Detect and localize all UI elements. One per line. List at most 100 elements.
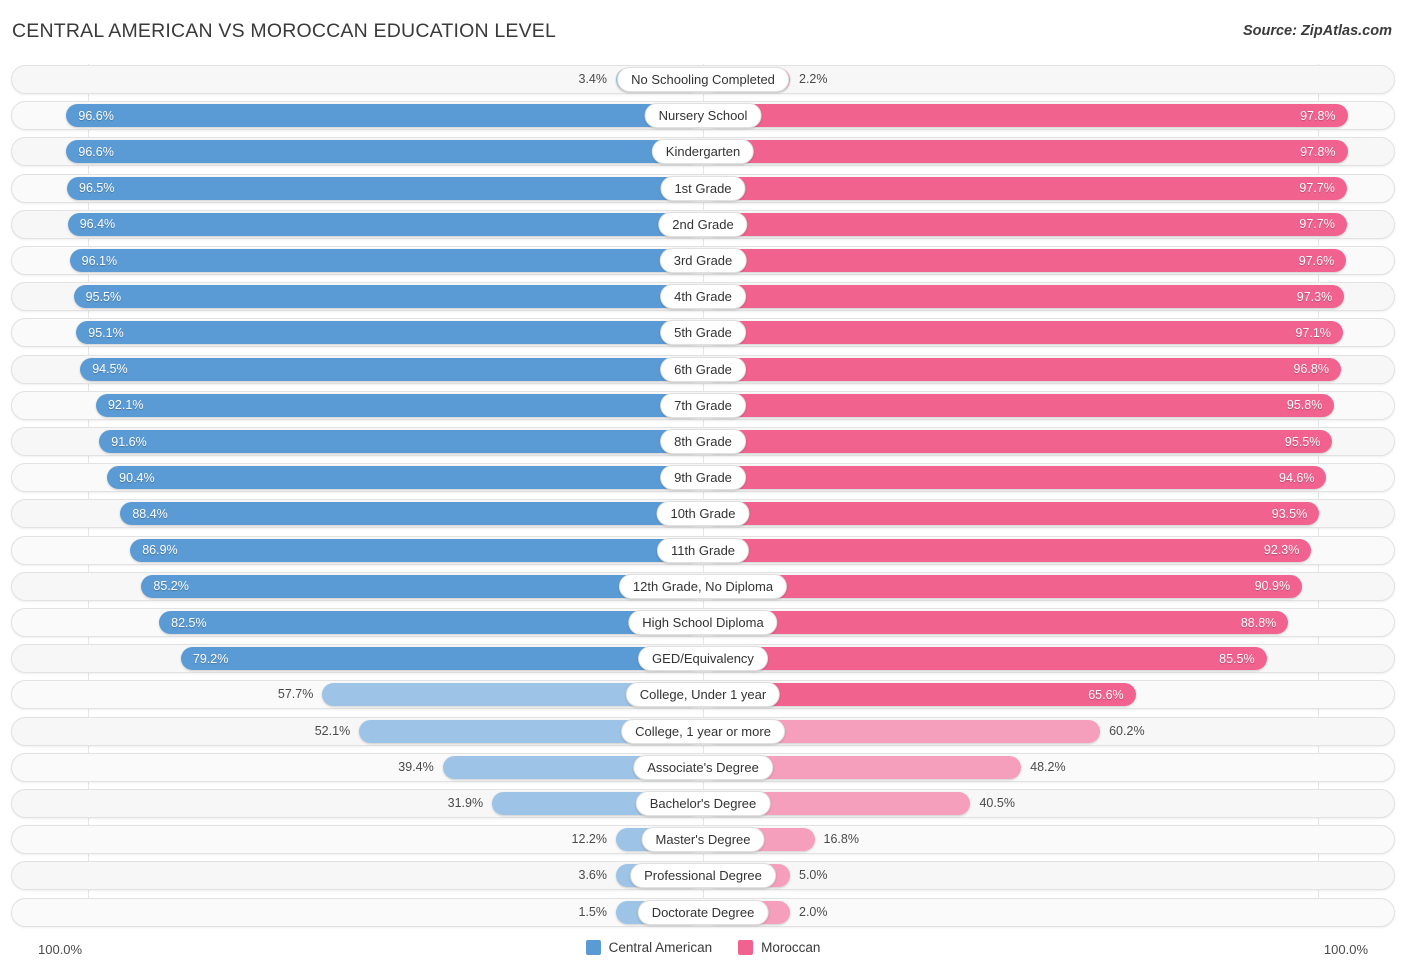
chart-legend: Central American Moroccan	[0, 940, 1406, 955]
bar-central-american: 92.1%	[95, 393, 702, 417]
category-label: Bachelor's Degree	[635, 791, 771, 816]
bar-value-central-american: 95.1%	[88, 325, 124, 340]
bar-value-central-american: 86.9%	[142, 543, 178, 558]
bar-value-moroccan: 97.6%	[1298, 253, 1335, 268]
bar-value-central-american: 94.5%	[92, 362, 128, 377]
chart-row: 65.6% 57.7% College, Under 1 year	[11, 680, 1395, 710]
bar-value-moroccan: 85.5%	[1219, 651, 1255, 666]
bar-value-central-american: 96.4%	[79, 217, 116, 232]
bar-value-central-american: 79.2%	[192, 651, 229, 666]
chart-row: 95.5% 97.3% 4th Grade	[11, 282, 1395, 312]
bar-central-american: 85.2%	[141, 574, 702, 598]
bar-value-moroccan: 92.3%	[1263, 543, 1300, 558]
bar-value-moroccan: 65.6%	[1088, 687, 1124, 702]
bar-moroccan: 97.7%	[704, 212, 1347, 236]
bar-central-american: 96.6%	[66, 104, 702, 128]
legend-label: Moroccan	[761, 940, 821, 955]
chart-row: 88.4% 93.5% 10th Grade	[11, 499, 1395, 529]
bar-central-american: 95.5%	[73, 285, 702, 309]
category-label: No Schooling Completed	[617, 67, 789, 92]
page-title: CENTRAL AMERICAN VS MOROCCAN EDUCATION L…	[12, 20, 557, 42]
legend-item[interactable]: Moroccan	[738, 940, 820, 955]
chart-row: 39.4% 48.2% Associate's Degree	[11, 752, 1395, 782]
bar-value-central-american: 96.5%	[79, 181, 115, 196]
bar-value-central-american: 3.6%	[578, 868, 608, 883]
bar-value-moroccan: 60.2%	[1109, 723, 1145, 738]
chart-row: 3.4% 2.2% No Schooling Completed	[11, 65, 1395, 94]
chart-page: CENTRAL AMERICAN VS MOROCCAN EDUCATION L…	[0, 0, 1406, 975]
chart-row: 12.2% 16.8% Master's Degree	[11, 825, 1395, 855]
bar-value-central-american: 96.1%	[81, 253, 118, 268]
bar-central-american: 96.5%	[67, 176, 702, 200]
chart-row: 1.5% 2.0% Doctorate Degree	[11, 897, 1395, 927]
bar-moroccan: 97.3%	[704, 285, 1345, 309]
category-label: 6th Grade	[660, 356, 746, 382]
chart-row: 96.6% 97.8% Nursery School	[11, 101, 1395, 131]
bar-value-central-american: 92.1%	[107, 398, 144, 413]
category-label: 2nd Grade	[658, 211, 748, 237]
bar-value-moroccan: 2.0%	[799, 904, 828, 919]
chart-row: 96.1% 97.6% 3rd Grade	[11, 246, 1395, 275]
bar-central-american: 82.5%	[159, 611, 702, 634]
bar-moroccan: 94.6%	[704, 466, 1327, 490]
category-label: 4th Grade	[660, 284, 746, 310]
bar-moroccan: 92.3%	[704, 538, 1312, 562]
bar-central-american: 94.5%	[80, 357, 702, 381]
bar-value-moroccan: 97.7%	[1299, 217, 1335, 232]
bar-value-central-american: 96.6%	[78, 144, 114, 159]
bar-value-moroccan: 95.5%	[1284, 434, 1321, 449]
bar-value-moroccan: 97.7%	[1299, 181, 1335, 196]
chart-row: 86.9% 92.3% 11th Grade	[11, 535, 1395, 565]
bar-central-american: 96.4%	[67, 212, 702, 236]
bar-value-central-american: 96.6%	[78, 108, 114, 123]
chart-row: 90.4% 94.6% 9th Grade	[11, 463, 1395, 493]
chart-row: 95.1% 97.1% 5th Grade	[11, 318, 1395, 348]
bar-central-american: 95.1%	[76, 321, 702, 345]
bar-moroccan: 90.9%	[704, 574, 1303, 598]
bar-value-central-american: 39.4%	[398, 759, 434, 774]
bar-value-moroccan: 48.2%	[1030, 759, 1066, 774]
bar-value-moroccan: 97.8%	[1300, 144, 1336, 159]
bar-value-central-american: 85.2%	[153, 579, 189, 594]
bar-value-moroccan: 16.8%	[823, 832, 859, 847]
chart-row: 94.5% 96.8% 6th Grade	[11, 354, 1395, 384]
chart-row: 85.2% 90.9% 12th Grade, No Diploma	[11, 571, 1395, 601]
category-label: High School Diploma	[628, 610, 778, 635]
category-label: 1st Grade	[660, 175, 746, 201]
bar-value-central-american: 57.7%	[277, 687, 314, 702]
bar-value-moroccan: 40.5%	[979, 796, 1015, 810]
bar-value-moroccan: 93.5%	[1271, 506, 1308, 521]
category-label: 9th Grade	[660, 465, 746, 491]
bar-value-moroccan: 2.2%	[799, 72, 828, 86]
bar-moroccan: 97.8%	[704, 104, 1348, 128]
bar-value-central-american: 52.1%	[314, 723, 351, 738]
legend-label: Central American	[608, 940, 713, 955]
category-label: College, 1 year or more	[621, 718, 785, 744]
bar-moroccan: 97.1%	[704, 321, 1343, 345]
chart-row: 96.5% 97.7% 1st Grade	[11, 173, 1395, 203]
bar-value-central-american: 1.5%	[578, 904, 608, 919]
category-label: Nursery School	[644, 103, 762, 129]
category-label: Professional Degree	[630, 863, 776, 889]
diverging-bar-chart: 3.4% 2.2% No Schooling Completed 96.6% 97.8%…	[0, 62, 1406, 937]
bar-central-american: 90.4%	[107, 466, 702, 490]
legend-swatch-icon	[585, 940, 601, 955]
chart-row: 96.6% 97.8% Kindergarten	[11, 137, 1395, 167]
legend-item[interactable]: Central American	[585, 940, 713, 955]
chart-row: 82.5% 88.8% High School Diploma	[11, 608, 1395, 637]
category-label: 8th Grade	[660, 429, 746, 454]
bar-value-central-american: 3.4%	[578, 72, 608, 86]
chart-footer: 100.0% 100.0% Central American Moroccan	[0, 936, 1406, 975]
bar-moroccan: 85.5%	[704, 647, 1267, 671]
bar-value-moroccan: 97.8%	[1300, 108, 1336, 123]
bar-central-american: 91.6%	[99, 430, 702, 453]
bar-value-central-american: 31.9%	[447, 796, 484, 810]
category-label: Doctorate Degree	[637, 899, 769, 925]
bar-value-central-american: 82.5%	[171, 615, 207, 630]
bar-central-american: 86.9%	[130, 538, 702, 562]
bar-value-moroccan: 96.8%	[1293, 362, 1329, 377]
chart-row: 91.6% 95.5% 8th Grade	[11, 427, 1395, 456]
category-label: 3rd Grade	[659, 248, 747, 273]
page-header: CENTRAL AMERICAN VS MOROCCAN EDUCATION L…	[0, 0, 1406, 62]
category-label: 10th Grade	[656, 501, 750, 527]
